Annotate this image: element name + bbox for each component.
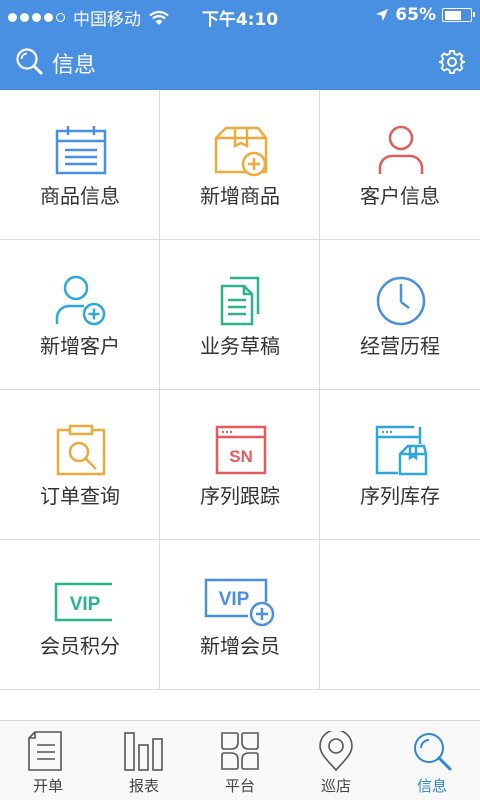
page-title: 信息 [52, 53, 97, 78]
vip-text: VIP [70, 594, 101, 615]
sn-window-icon: SN [215, 425, 267, 475]
grid-icon [221, 732, 259, 770]
vip-text: VIP [219, 589, 250, 610]
add-person-icon [55, 275, 106, 326]
feature-grid: 商品信息 新增商品 客户信息 新增客户 业务草稿 经营历程 订单查询 SN 序列… [0, 90, 480, 690]
grid-empty-cell [320, 540, 480, 690]
grid-item-business-history[interactable]: 经营历程 [320, 240, 480, 390]
clipboard-search-icon [56, 424, 106, 476]
grid-item-member-points[interactable]: VIP 会员积分 [0, 540, 160, 690]
grid-item-add-member[interactable]: VIP 新增会员 [160, 540, 320, 690]
tab-platform[interactable]: 平台 [192, 721, 288, 800]
grid-item-label: 会员积分 [40, 634, 120, 658]
location-pin-icon [319, 731, 353, 771]
vip-add-icon: VIP [204, 578, 275, 627]
battery-percent: 65% [395, 5, 436, 25]
status-right: 65% [375, 5, 475, 25]
battery-fill [444, 10, 461, 20]
navigation-bar: 信息 [0, 32, 480, 90]
documents-icon [220, 276, 260, 326]
grid-item-serial-stock[interactable]: 序列库存 [320, 390, 480, 540]
grid-item-label: 序列跟踪 [200, 484, 280, 508]
battery-icon [442, 8, 475, 22]
location-arrow-icon [376, 9, 389, 21]
tab-report[interactable]: 报表 [96, 721, 192, 800]
grid-item-add-product[interactable]: 新增商品 [160, 90, 320, 240]
grid-item-label: 客户信息 [360, 184, 440, 208]
sn-text: SN [229, 447, 253, 466]
grid-item-label: 新增客户 [40, 334, 120, 358]
vip-card-icon: VIP [54, 582, 112, 622]
grid-item-label: 商品信息 [40, 184, 120, 208]
tab-label: 巡店 [320, 777, 351, 795]
calendar-icon [55, 126, 107, 175]
bar-chart-icon [124, 732, 163, 771]
tab-bar: 开单 报表 平台 巡店 信息 [0, 720, 480, 800]
grid-item-business-draft[interactable]: 业务草稿 [160, 240, 320, 390]
document-icon [28, 731, 62, 771]
status-bar: 中国移动 下午4:10 65% [0, 0, 480, 32]
gear-icon[interactable] [438, 48, 466, 76]
grid-item-serial-tracking[interactable]: SN 序列跟踪 [160, 390, 320, 540]
grid-item-label: 序列库存 [360, 484, 440, 508]
grid-item-label: 业务草稿 [200, 334, 280, 358]
tab-label: 开单 [32, 777, 63, 795]
person-icon [378, 125, 424, 174]
grid-item-add-customer[interactable]: 新增客户 [0, 240, 160, 390]
grid-item-label: 经营历程 [360, 334, 440, 358]
tab-label: 报表 [128, 777, 159, 795]
tab-order[interactable]: 开单 [0, 721, 96, 800]
search-icon[interactable] [14, 46, 44, 76]
grid-item-label: 订单查询 [40, 484, 120, 508]
tab-label: 平台 [224, 777, 255, 795]
add-box-icon [214, 126, 268, 177]
tab-info[interactable]: 信息 [384, 721, 480, 800]
window-box-icon [375, 425, 428, 476]
tab-store-patrol[interactable]: 巡店 [288, 721, 384, 800]
grid-item-order-query[interactable]: 订单查询 [0, 390, 160, 540]
search-icon [414, 733, 452, 771]
tab-label: 信息 [416, 777, 447, 795]
grid-item-label: 新增商品 [200, 184, 280, 208]
grid-item-customer-info[interactable]: 客户信息 [320, 90, 480, 240]
grid-item-product-info[interactable]: 商品信息 [0, 90, 160, 240]
grid-item-label: 新增会员 [200, 634, 280, 658]
clock-icon [376, 276, 426, 326]
